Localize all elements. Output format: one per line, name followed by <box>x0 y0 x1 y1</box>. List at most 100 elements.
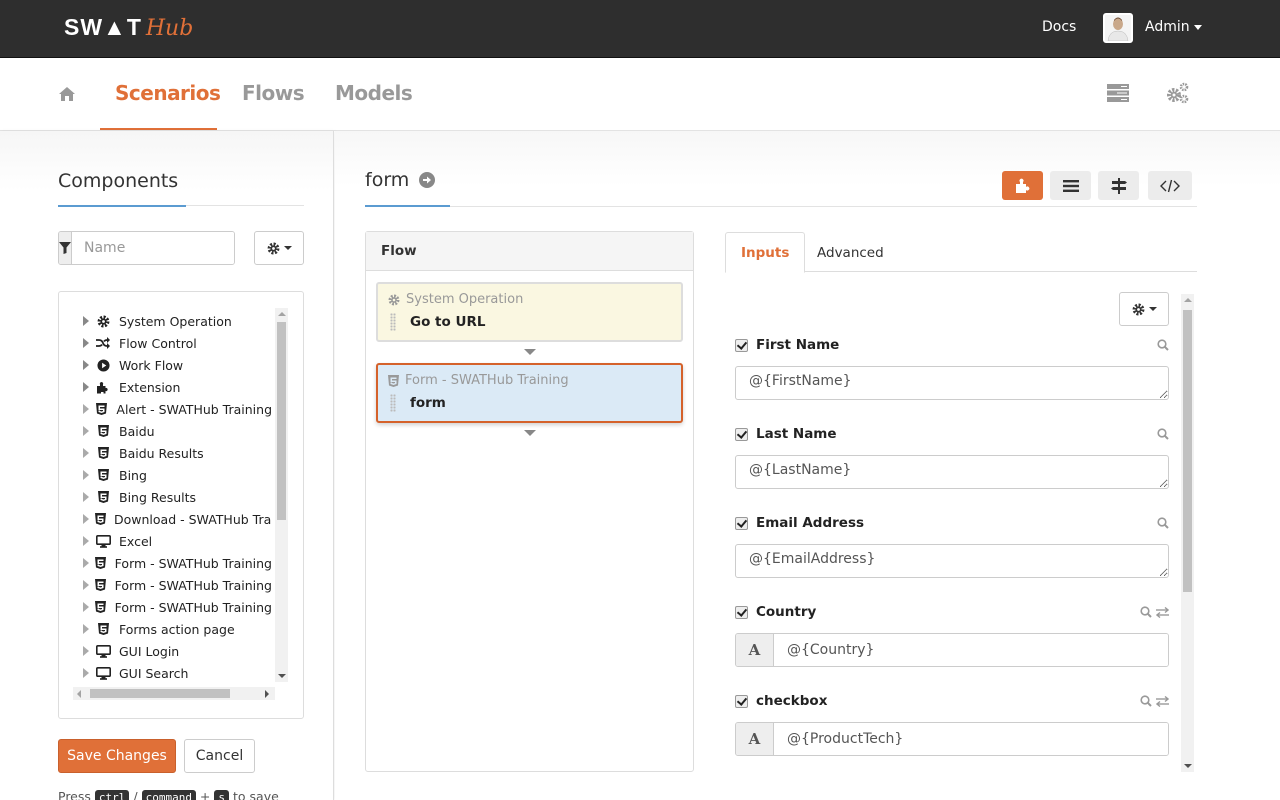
enable-checkbox[interactable] <box>735 605 748 619</box>
tree-item[interactable]: Bing <box>75 464 272 486</box>
search-icon[interactable] <box>1157 428 1169 440</box>
exchange-icon[interactable] <box>1156 606 1169 618</box>
expand-arrow-icon[interactable] <box>83 536 89 546</box>
tree-item[interactable]: Flow Control <box>75 332 272 354</box>
expand-arrow-icon[interactable] <box>83 558 89 568</box>
tree-item[interactable]: Form - SWATHub Training <box>75 596 272 618</box>
expand-arrow-icon[interactable] <box>83 338 89 348</box>
search-icon[interactable] <box>1157 339 1169 351</box>
component-view-button[interactable] <box>1002 171 1043 200</box>
scroll-left-arrow[interactable] <box>77 690 81 698</box>
user-menu[interactable]: Admin <box>1145 19 1202 35</box>
flow-node-system-operation[interactable]: System Operation Go to URL <box>376 282 683 342</box>
server-icon[interactable] <box>1107 84 1129 102</box>
inputs-vertical-scrollbar[interactable] <box>1181 294 1194 772</box>
nav-tab-models[interactable]: Models <box>335 81 413 105</box>
scroll-thumb[interactable] <box>277 322 286 520</box>
signpost-view-button[interactable] <box>1098 171 1139 200</box>
text-type-icon[interactable]: A <box>736 634 774 666</box>
expand-arrow-icon[interactable] <box>83 492 89 502</box>
docs-link[interactable]: Docs <box>1042 19 1076 35</box>
code-view-button[interactable] <box>1148 171 1192 200</box>
search-icon[interactable] <box>1157 517 1169 529</box>
tree-item[interactable]: Form - SWATHub Training <box>75 552 272 574</box>
expand-arrow-icon[interactable] <box>83 580 89 590</box>
scroll-up-arrow[interactable] <box>1184 298 1192 302</box>
scroll-up-arrow[interactable] <box>278 312 286 316</box>
flow-node-form[interactable]: Form - SWATHub Training form <box>376 363 683 423</box>
expand-arrow-icon[interactable] <box>83 382 89 392</box>
drag-handle[interactable] <box>390 394 396 412</box>
expand-arrow-icon[interactable] <box>83 316 89 326</box>
list-view-button[interactable] <box>1050 171 1091 200</box>
tab-inputs[interactable]: Inputs <box>725 232 806 273</box>
tree-item[interactable]: GUI Search <box>75 662 272 684</box>
arrow-circle-right-icon[interactable] <box>419 172 436 188</box>
components-sidebar: Components System Operation Flow Control W… <box>0 131 334 800</box>
expand-arrow-icon[interactable] <box>83 470 89 480</box>
expand-arrow-icon[interactable] <box>83 646 89 656</box>
exchange-icon[interactable] <box>1156 695 1169 707</box>
search-icon[interactable] <box>1140 695 1152 707</box>
drag-handle[interactable] <box>390 313 396 331</box>
flow-arrow-down-icon <box>524 430 536 436</box>
tree-item[interactable]: GUI Login <box>75 640 272 662</box>
tree-item[interactable]: Work Flow <box>75 354 272 376</box>
html5-icon <box>95 468 111 482</box>
input-value-field[interactable] <box>774 634 1168 666</box>
gears-icon[interactable] <box>1166 82 1190 104</box>
search-icon[interactable] <box>1140 606 1152 618</box>
nav-tab-flows[interactable]: Flows <box>242 81 305 105</box>
cancel-button[interactable]: Cancel <box>184 739 255 773</box>
expand-arrow-icon[interactable] <box>83 426 89 436</box>
tree-item[interactable]: System Operation <box>75 310 272 332</box>
gear-icon <box>388 294 400 305</box>
expand-arrow-icon[interactable] <box>83 668 89 678</box>
input-value-textarea[interactable] <box>735 455 1169 489</box>
tree-item[interactable]: Baidu <box>75 420 272 442</box>
scroll-right-arrow[interactable] <box>265 690 269 698</box>
expand-arrow-icon[interactable] <box>83 602 89 612</box>
tree-horizontal-scrollbar[interactable] <box>73 687 275 700</box>
tree-item[interactable]: Extension <box>75 376 272 398</box>
tree-item[interactable]: Baidu Results <box>75 442 272 464</box>
scroll-thumb[interactable] <box>1183 310 1192 592</box>
expand-arrow-icon[interactable] <box>83 624 89 634</box>
tree-item[interactable]: Excel <box>75 530 272 552</box>
tree-item[interactable]: Bing Results <box>75 486 272 508</box>
component-settings-dropdown[interactable] <box>254 231 304 265</box>
tree-item-label: Alert - SWATHub Training <box>116 401 272 417</box>
expand-arrow-icon[interactable] <box>83 514 89 524</box>
text-type-icon[interactable]: A <box>736 723 774 755</box>
input-value-textarea[interactable] <box>735 366 1169 400</box>
input-value-field[interactable] <box>774 723 1168 755</box>
tree-item[interactable]: Form - SWATHub Training <box>75 574 272 596</box>
component-filter-input[interactable] <box>72 232 234 264</box>
enable-checkbox[interactable] <box>735 427 748 441</box>
scroll-thumb[interactable] <box>90 689 230 698</box>
expand-arrow-icon[interactable] <box>83 404 89 414</box>
enable-checkbox[interactable] <box>735 516 748 530</box>
home-icon[interactable] <box>58 86 76 102</box>
scroll-down-arrow[interactable] <box>278 674 286 678</box>
inputs-settings-dropdown[interactable] <box>1119 292 1169 326</box>
expand-arrow-icon[interactable] <box>83 448 89 458</box>
enable-checkbox[interactable] <box>735 338 748 352</box>
flow-panel-header: Flow <box>366 232 693 271</box>
nav-tab-scenarios[interactable]: Scenarios <box>115 81 221 105</box>
avatar[interactable] <box>1103 13 1133 43</box>
scroll-down-arrow[interactable] <box>1184 764 1192 768</box>
input-value-textarea[interactable] <box>735 544 1169 578</box>
save-changes-button[interactable]: Save Changes <box>58 739 176 773</box>
tree-item[interactable]: Download - SWATHub Training <box>75 508 272 530</box>
html5-icon <box>95 446 111 460</box>
tree-vertical-scrollbar[interactable] <box>275 308 288 682</box>
tab-advanced[interactable]: Advanced <box>802 232 899 273</box>
gear-icon <box>1132 303 1144 315</box>
tree-item[interactable]: Forms action page <box>75 618 272 640</box>
swathub-logo[interactable]: SW▲T Hub <box>64 14 193 42</box>
tree-item[interactable]: Alert - SWATHub Training <box>75 398 272 420</box>
expand-arrow-icon[interactable] <box>83 360 89 370</box>
enable-checkbox[interactable] <box>735 694 748 708</box>
divider <box>365 206 1197 207</box>
